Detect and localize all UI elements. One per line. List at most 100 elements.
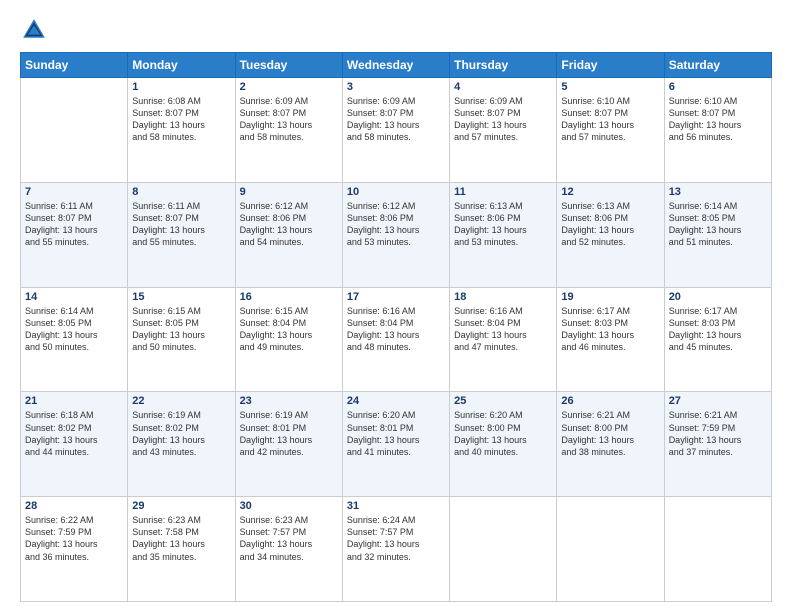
day-info: Sunrise: 6:17 AM Sunset: 8:03 PM Dayligh… <box>561 305 659 354</box>
calendar-cell: 10 Sunrise: 6:12 AM Sunset: 8:06 PM Dayli… <box>342 182 449 287</box>
calendar-cell: 25 Sunrise: 6:20 AM Sunset: 8:00 PM Dayli… <box>450 392 557 497</box>
day-number: 21 <box>25 395 123 407</box>
calendar-cell: 6 Sunrise: 6:10 AM Sunset: 8:07 PM Daylig… <box>664 78 771 183</box>
day-number: 29 <box>132 500 230 512</box>
day-number: 28 <box>25 500 123 512</box>
weekday-header-row: SundayMondayTuesdayWednesdayThursdayFrid… <box>21 53 772 78</box>
calendar-week-5: 28 Sunrise: 6:22 AM Sunset: 7:59 PM Dayli… <box>21 497 772 602</box>
day-info: Sunrise: 6:16 AM Sunset: 8:04 PM Dayligh… <box>347 305 445 354</box>
day-number: 12 <box>561 186 659 198</box>
day-number: 31 <box>347 500 445 512</box>
day-info: Sunrise: 6:08 AM Sunset: 8:07 PM Dayligh… <box>132 95 230 144</box>
day-info: Sunrise: 6:17 AM Sunset: 8:03 PM Dayligh… <box>669 305 767 354</box>
day-number: 13 <box>669 186 767 198</box>
day-info: Sunrise: 6:09 AM Sunset: 8:07 PM Dayligh… <box>454 95 552 144</box>
calendar-cell: 8 Sunrise: 6:11 AM Sunset: 8:07 PM Daylig… <box>128 182 235 287</box>
day-number: 26 <box>561 395 659 407</box>
calendar-cell: 13 Sunrise: 6:14 AM Sunset: 8:05 PM Dayli… <box>664 182 771 287</box>
day-number: 8 <box>132 186 230 198</box>
logo-icon <box>20 16 48 44</box>
calendar-week-1: 1 Sunrise: 6:08 AM Sunset: 8:07 PM Daylig… <box>21 78 772 183</box>
day-info: Sunrise: 6:23 AM Sunset: 7:58 PM Dayligh… <box>132 514 230 563</box>
day-info: Sunrise: 6:09 AM Sunset: 8:07 PM Dayligh… <box>347 95 445 144</box>
calendar-cell: 29 Sunrise: 6:23 AM Sunset: 7:58 PM Dayli… <box>128 497 235 602</box>
day-number: 25 <box>454 395 552 407</box>
day-number: 17 <box>347 291 445 303</box>
weekday-header-friday: Friday <box>557 53 664 78</box>
calendar-cell <box>21 78 128 183</box>
day-number: 19 <box>561 291 659 303</box>
day-info: Sunrise: 6:21 AM Sunset: 8:00 PM Dayligh… <box>561 409 659 458</box>
calendar-cell: 11 Sunrise: 6:13 AM Sunset: 8:06 PM Dayli… <box>450 182 557 287</box>
calendar-table: SundayMondayTuesdayWednesdayThursdayFrid… <box>20 52 772 602</box>
day-info: Sunrise: 6:12 AM Sunset: 8:06 PM Dayligh… <box>347 200 445 249</box>
weekday-header-wednesday: Wednesday <box>342 53 449 78</box>
weekday-header-thursday: Thursday <box>450 53 557 78</box>
day-info: Sunrise: 6:18 AM Sunset: 8:02 PM Dayligh… <box>25 409 123 458</box>
day-number: 10 <box>347 186 445 198</box>
day-info: Sunrise: 6:20 AM Sunset: 8:00 PM Dayligh… <box>454 409 552 458</box>
day-info: Sunrise: 6:22 AM Sunset: 7:59 PM Dayligh… <box>25 514 123 563</box>
calendar-cell: 5Sunrise: 6:10 AM Sunset: 8:07 PM Daylig… <box>557 78 664 183</box>
calendar-cell: 31 Sunrise: 6:24 AM Sunset: 7:57 PM Dayli… <box>342 497 449 602</box>
calendar-cell: 30 Sunrise: 6:23 AM Sunset: 7:57 PM Dayli… <box>235 497 342 602</box>
calendar-cell <box>664 497 771 602</box>
day-number: 20 <box>669 291 767 303</box>
day-info: Sunrise: 6:21 AM Sunset: 7:59 PM Dayligh… <box>669 409 767 458</box>
calendar-cell: 23 Sunrise: 6:19 AM Sunset: 8:01 PM Dayli… <box>235 392 342 497</box>
calendar-cell: 3 Sunrise: 6:09 AM Sunset: 8:07 PM Daylig… <box>342 78 449 183</box>
day-number: 24 <box>347 395 445 407</box>
weekday-header-sunday: Sunday <box>21 53 128 78</box>
day-info: Sunrise: 6:23 AM Sunset: 7:57 PM Dayligh… <box>240 514 338 563</box>
day-number: 30 <box>240 500 338 512</box>
calendar-cell: 16Sunrise: 6:15 AM Sunset: 8:04 PM Dayli… <box>235 287 342 392</box>
day-number: 1 <box>132 81 230 93</box>
page: SundayMondayTuesdayWednesdayThursdayFrid… <box>0 0 792 612</box>
day-info: Sunrise: 6:20 AM Sunset: 8:01 PM Dayligh… <box>347 409 445 458</box>
calendar-cell: 18Sunrise: 6:16 AM Sunset: 8:04 PM Dayli… <box>450 287 557 392</box>
day-number: 9 <box>240 186 338 198</box>
day-number: 6 <box>669 81 767 93</box>
calendar-cell: 21 Sunrise: 6:18 AM Sunset: 8:02 PM Dayli… <box>21 392 128 497</box>
day-info: Sunrise: 6:16 AM Sunset: 8:04 PM Dayligh… <box>454 305 552 354</box>
day-info: Sunrise: 6:15 AM Sunset: 8:04 PM Dayligh… <box>240 305 338 354</box>
calendar-cell: 28 Sunrise: 6:22 AM Sunset: 7:59 PM Dayli… <box>21 497 128 602</box>
calendar-cell: 14Sunrise: 6:14 AM Sunset: 8:05 PM Dayli… <box>21 287 128 392</box>
day-number: 23 <box>240 395 338 407</box>
day-info: Sunrise: 6:11 AM Sunset: 8:07 PM Dayligh… <box>132 200 230 249</box>
weekday-header-tuesday: Tuesday <box>235 53 342 78</box>
day-info: Sunrise: 6:13 AM Sunset: 8:06 PM Dayligh… <box>454 200 552 249</box>
day-info: Sunrise: 6:09 AM Sunset: 8:07 PM Dayligh… <box>240 95 338 144</box>
day-info: Sunrise: 6:14 AM Sunset: 8:05 PM Dayligh… <box>25 305 123 354</box>
day-info: Sunrise: 6:19 AM Sunset: 8:01 PM Dayligh… <box>240 409 338 458</box>
day-info: Sunrise: 6:14 AM Sunset: 8:05 PM Dayligh… <box>669 200 767 249</box>
day-info: Sunrise: 6:10 AM Sunset: 8:07 PM Dayligh… <box>669 95 767 144</box>
day-info: Sunrise: 6:24 AM Sunset: 7:57 PM Dayligh… <box>347 514 445 563</box>
day-number: 3 <box>347 81 445 93</box>
day-number: 2 <box>240 81 338 93</box>
calendar-week-3: 14Sunrise: 6:14 AM Sunset: 8:05 PM Dayli… <box>21 287 772 392</box>
calendar-cell: 2 Sunrise: 6:09 AM Sunset: 8:07 PM Daylig… <box>235 78 342 183</box>
weekday-header-monday: Monday <box>128 53 235 78</box>
weekday-header-saturday: Saturday <box>664 53 771 78</box>
day-info: Sunrise: 6:13 AM Sunset: 8:06 PM Dayligh… <box>561 200 659 249</box>
calendar-cell: 17 Sunrise: 6:16 AM Sunset: 8:04 PM Dayli… <box>342 287 449 392</box>
day-info: Sunrise: 6:12 AM Sunset: 8:06 PM Dayligh… <box>240 200 338 249</box>
calendar-cell <box>557 497 664 602</box>
calendar-cell: 4 Sunrise: 6:09 AM Sunset: 8:07 PM Daylig… <box>450 78 557 183</box>
calendar-cell <box>450 497 557 602</box>
day-number: 5 <box>561 81 659 93</box>
calendar-cell: 20 Sunrise: 6:17 AM Sunset: 8:03 PM Dayli… <box>664 287 771 392</box>
day-number: 11 <box>454 186 552 198</box>
calendar-cell: 19 Sunrise: 6:17 AM Sunset: 8:03 PM Dayli… <box>557 287 664 392</box>
calendar-cell: 7Sunrise: 6:11 AM Sunset: 8:07 PM Daylig… <box>21 182 128 287</box>
calendar-cell: 9 Sunrise: 6:12 AM Sunset: 8:06 PM Daylig… <box>235 182 342 287</box>
logo <box>20 16 52 44</box>
day-number: 4 <box>454 81 552 93</box>
calendar-cell: 15Sunrise: 6:15 AM Sunset: 8:05 PM Dayli… <box>128 287 235 392</box>
calendar-cell: 24 Sunrise: 6:20 AM Sunset: 8:01 PM Dayli… <box>342 392 449 497</box>
day-info: Sunrise: 6:19 AM Sunset: 8:02 PM Dayligh… <box>132 409 230 458</box>
calendar-week-2: 7Sunrise: 6:11 AM Sunset: 8:07 PM Daylig… <box>21 182 772 287</box>
calendar-cell: 22Sunrise: 6:19 AM Sunset: 8:02 PM Dayli… <box>128 392 235 497</box>
calendar-cell: 26 Sunrise: 6:21 AM Sunset: 8:00 PM Dayli… <box>557 392 664 497</box>
